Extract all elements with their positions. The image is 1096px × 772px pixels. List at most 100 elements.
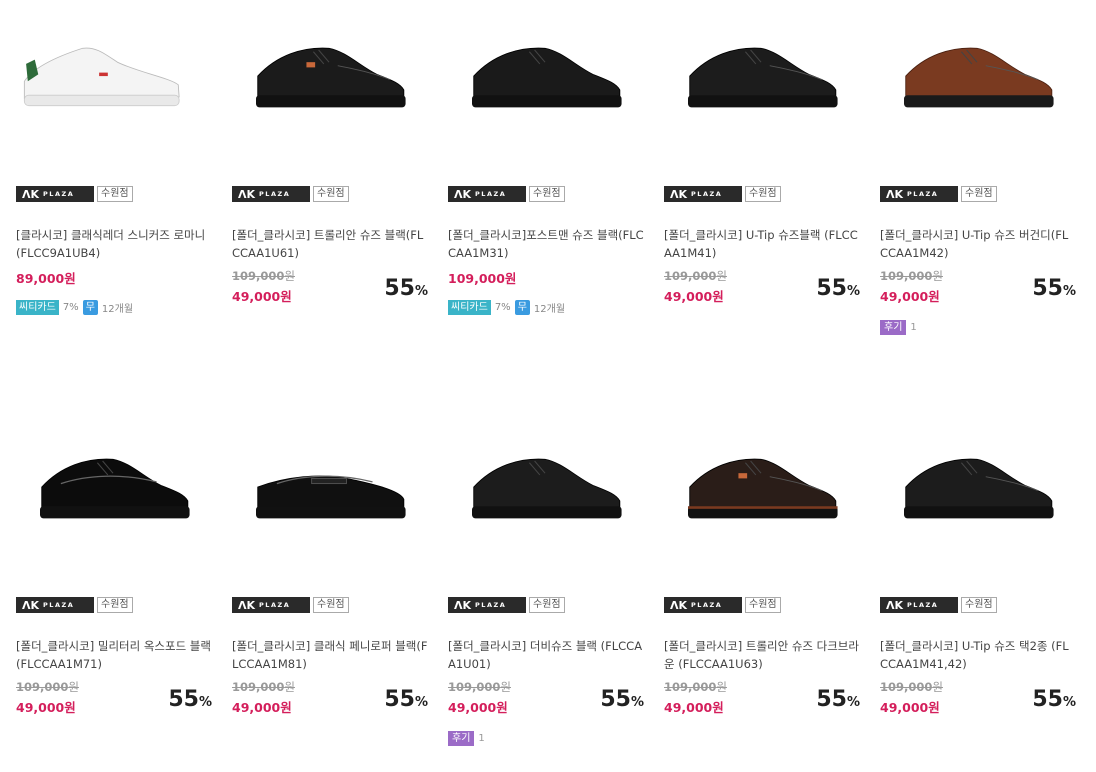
branch-label: 수원점 bbox=[745, 597, 781, 613]
original-price-unit: 원 bbox=[68, 680, 79, 694]
white-sneaker-icon[interactable] bbox=[0, 0, 200, 180]
store-badge: ΛK PLAZA 수원점 bbox=[880, 186, 997, 202]
card-rate: 7% bbox=[494, 302, 511, 313]
store-badge: ΛK PLAZA 수원점 bbox=[448, 186, 565, 202]
black-moc-toe-shoe-icon[interactable] bbox=[216, 0, 416, 180]
logo-ak-text: ΛK bbox=[238, 598, 256, 612]
product-name[interactable]: [폴더_클라시코] U-Tip 슈즈 버건디(FLCCAA1M42) bbox=[880, 226, 1076, 262]
product-name[interactable]: [폴더_클라시코] 트롤리안 슈즈 다크브라운 (FLCCAA1U63) bbox=[664, 637, 860, 673]
black-utip-shoe-icon[interactable] bbox=[648, 0, 848, 180]
product-name[interactable]: [폴더_클라시코] 밀리터리 옥스포드 블랙 (FLCCAA1M71) bbox=[16, 637, 212, 673]
logo-plaza-text: PLAZA bbox=[691, 601, 723, 609]
sale-price: 49,000원 bbox=[232, 289, 292, 304]
original-price-unit: 원 bbox=[932, 680, 943, 694]
product-card[interactable]: ΛK PLAZA 수원점 [폴더_클라시코] U-Tip 슈즈 택2종 (FLC… bbox=[864, 411, 1076, 771]
branch-label: 수원점 bbox=[97, 597, 133, 613]
review-badge[interactable]: 후기 bbox=[880, 320, 907, 335]
branch-label: 수원점 bbox=[529, 597, 565, 613]
original-price-value: 109,000 bbox=[664, 269, 717, 283]
original-price: 109,000원 bbox=[880, 268, 943, 284]
logo-plaza-text: PLAZA bbox=[907, 190, 939, 198]
store-badge: ΛK PLAZA 수원점 bbox=[16, 186, 133, 202]
original-price-value: 109,000 bbox=[232, 680, 285, 694]
product-name[interactable]: [폴더_클라시코] 트롤리안 슈즈 블랙(FLCCAA1U61) bbox=[232, 226, 428, 262]
patent-oxford-shoe-icon[interactable] bbox=[0, 411, 200, 591]
discount-value: 55 bbox=[1032, 687, 1063, 712]
original-price: 109,000원 bbox=[664, 679, 727, 695]
review-badge[interactable]: 후기 bbox=[448, 731, 475, 746]
product-name[interactable]: [클라시코] 클래식레더 스니커즈 로마니(FLCC9A1UB4) bbox=[16, 226, 212, 262]
product-name[interactable]: [폴더_클라시코] 클래식 페니로퍼 블랙(FLCCAA1M81) bbox=[232, 637, 428, 673]
installment-months: 12개월 bbox=[533, 304, 566, 315]
original-price: 109,000원 bbox=[16, 679, 79, 695]
product-card[interactable]: ΛK PLAZA 수원점 [폴더_클라시코] 트롤리안 슈즈 블랙(FLCCAA… bbox=[216, 0, 428, 360]
product-card[interactable]: ΛK PLAZA 수원점 [클라시코] 클래식레더 스니커즈 로마니(FLCC9… bbox=[0, 0, 205, 360]
discount-rate: 55% bbox=[384, 687, 428, 712]
discount-percent-sign: % bbox=[414, 284, 428, 299]
discount-rate: 55% bbox=[384, 276, 428, 301]
review-count: 1 bbox=[478, 733, 485, 744]
black-utip-shoe-icon[interactable] bbox=[864, 411, 1064, 591]
original-price-unit: 원 bbox=[284, 680, 295, 694]
original-price-unit: 원 bbox=[716, 680, 727, 694]
product-card[interactable]: ΛK PLAZA 수원점 [폴더_클라시코] 밀리터리 옥스포드 블랙 (FLC… bbox=[0, 411, 212, 771]
branch-label: 수원점 bbox=[745, 186, 781, 202]
ak-plaza-logo: ΛK PLAZA bbox=[664, 186, 742, 202]
black-derby-shoe-icon[interactable] bbox=[432, 0, 632, 180]
discount-value: 55 bbox=[168, 687, 199, 712]
logo-ak-text: ΛK bbox=[22, 598, 40, 612]
product-card[interactable]: ΛK PLAZA 수원점 [폴더_클라시코] 클래식 페니로퍼 블랙(FLCCA… bbox=[216, 411, 428, 771]
product-name[interactable]: [폴더_클라시코] 더비슈즈 블랙 (FLCCAA1U01) bbox=[448, 637, 644, 673]
product-card[interactable]: ΛK PLAZA 수원점 [폴더_클라시코]포스트맨 슈즈 블랙(FLCCAA1… bbox=[432, 0, 644, 360]
black-derby-shoe-icon[interactable] bbox=[432, 411, 632, 591]
logo-plaza-text: PLAZA bbox=[43, 601, 75, 609]
logo-plaza-text: PLAZA bbox=[475, 601, 507, 609]
product-name[interactable]: [폴더_클라시코] U-Tip 슈즈 택2종 (FLCCAA1M41,42) bbox=[880, 637, 1076, 673]
logo-plaza-text: PLAZA bbox=[475, 190, 507, 198]
sale-price: 49,000원 bbox=[664, 700, 724, 715]
branch-label: 수원점 bbox=[97, 186, 133, 202]
review-count: 1 bbox=[910, 322, 917, 333]
discount-percent-sign: % bbox=[414, 695, 428, 710]
discount-percent-sign: % bbox=[1062, 284, 1076, 299]
sale-price: 49,000원 bbox=[880, 700, 940, 715]
logo-ak-text: ΛK bbox=[886, 187, 904, 201]
original-price: 109,000원 bbox=[880, 679, 943, 695]
original-price-value: 109,000 bbox=[664, 680, 717, 694]
product-name[interactable]: [폴더_클라시코] U-Tip 슈즈블랙 (FLCCAA1M41) bbox=[664, 226, 860, 262]
product-card[interactable]: ΛK PLAZA 수원점 [폴더_클라시코] U-Tip 슈즈 버건디(FLCC… bbox=[864, 0, 1076, 360]
ak-plaza-logo: ΛK PLAZA bbox=[880, 597, 958, 613]
original-price: 109,000원 bbox=[664, 268, 727, 284]
discount-percent-sign: % bbox=[1062, 695, 1076, 710]
product-card[interactable]: ΛK PLAZA 수원점 [폴더_클라시코] 더비슈즈 블랙 (FLCCAA1U… bbox=[432, 411, 644, 771]
card-badge: 씨티카드 bbox=[448, 300, 491, 315]
card-rate: 7% bbox=[62, 302, 79, 313]
original-price-value: 109,000 bbox=[880, 269, 933, 283]
discount-rate: 55% bbox=[816, 687, 860, 712]
sale-price: 49,000원 bbox=[880, 289, 940, 304]
interest-free-badge: 무 bbox=[82, 300, 98, 315]
penny-loafer-icon[interactable] bbox=[216, 411, 416, 591]
branch-label: 수원점 bbox=[313, 597, 349, 613]
brown-utip-shoe-icon[interactable] bbox=[864, 0, 1064, 180]
review-info: 후기 1 bbox=[448, 731, 485, 746]
logo-ak-text: ΛK bbox=[454, 598, 472, 612]
discount-value: 55 bbox=[600, 687, 631, 712]
discount-rate: 55% bbox=[600, 687, 644, 712]
logo-ak-text: ΛK bbox=[238, 187, 256, 201]
original-price: 109,000원 bbox=[448, 679, 511, 695]
card-benefit: 씨티카드 7% 무 12개월 bbox=[16, 300, 133, 315]
sale-price: 49,000원 bbox=[448, 700, 508, 715]
product-card[interactable]: ΛK PLAZA 수원점 [폴더_클라시코] 트롤리안 슈즈 다크브라운 (FL… bbox=[648, 411, 860, 771]
discount-value: 55 bbox=[816, 687, 847, 712]
installment-months: 12개월 bbox=[101, 304, 134, 315]
ak-plaza-logo: ΛK PLAZA bbox=[448, 597, 526, 613]
branch-label: 수원점 bbox=[529, 186, 565, 202]
ak-plaza-logo: ΛK PLAZA bbox=[664, 597, 742, 613]
product-card[interactable]: ΛK PLAZA 수원점 [폴더_클라시코] U-Tip 슈즈블랙 (FLCCA… bbox=[648, 0, 860, 360]
logo-ak-text: ΛK bbox=[670, 598, 688, 612]
product-name[interactable]: [폴더_클라시코]포스트맨 슈즈 블랙(FLCCAA1M31) bbox=[448, 226, 644, 262]
logo-plaza-text: PLAZA bbox=[259, 190, 291, 198]
dark-brown-moc-toe-shoe-icon[interactable] bbox=[648, 411, 848, 591]
sale-price: 49,000원 bbox=[664, 289, 724, 304]
